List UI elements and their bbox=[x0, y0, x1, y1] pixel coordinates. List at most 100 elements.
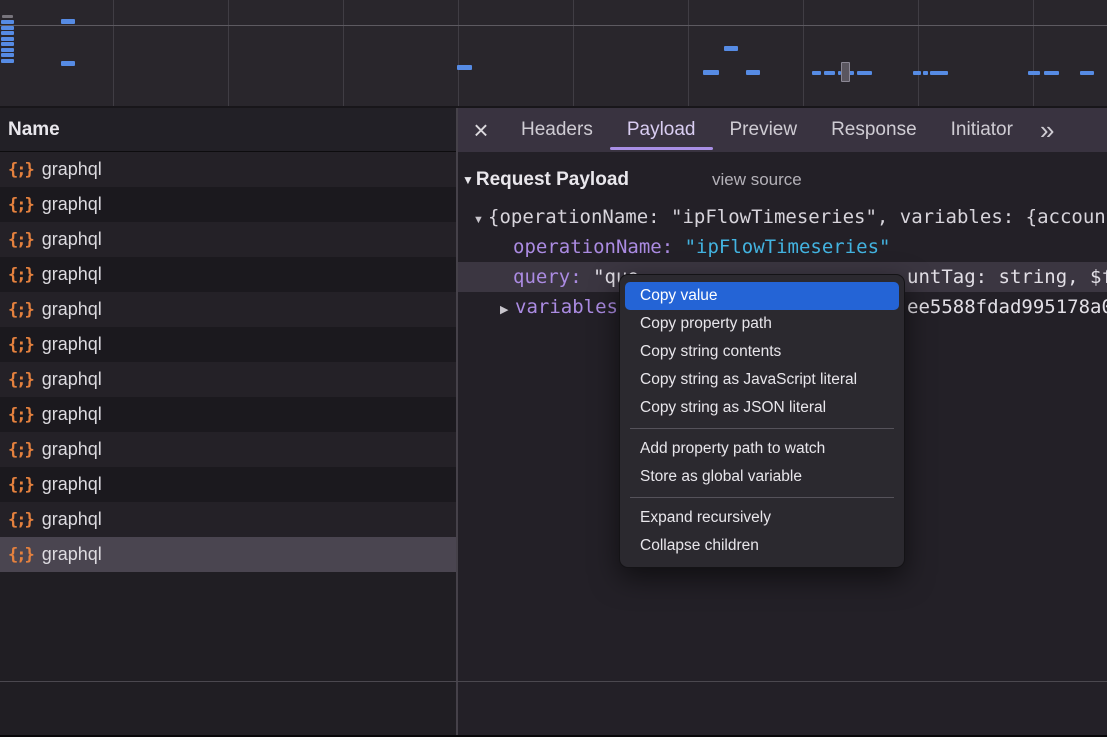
overview-request-bar bbox=[1, 37, 14, 41]
json-braces-icon: {;} bbox=[8, 545, 33, 565]
menu-item-copy-property-path[interactable]: Copy property path bbox=[620, 310, 904, 338]
request-row[interactable]: {;}graphql bbox=[0, 257, 456, 292]
property-key: query: bbox=[513, 266, 593, 288]
overview-gridline bbox=[688, 0, 689, 106]
property-key: variables bbox=[515, 296, 618, 318]
request-row[interactable]: {;} graphql bbox=[0, 187, 456, 222]
overview-request-bar bbox=[812, 71, 821, 75]
overview-request-bar bbox=[1, 26, 14, 30]
overview-request-bar bbox=[724, 46, 738, 51]
root-preview-text: {operationName: "ipFlowTimeseries", vari… bbox=[488, 206, 1107, 228]
overview-request-bar bbox=[1, 20, 14, 24]
section-title: Request Payload bbox=[476, 169, 629, 191]
details-tab-bar: × HeadersPayloadPreviewResponseInitiator… bbox=[458, 108, 1107, 152]
json-braces-icon: {;} bbox=[8, 370, 33, 390]
json-braces-icon: {;} bbox=[8, 475, 33, 495]
overview-request-bar bbox=[923, 71, 928, 75]
request-name: graphql bbox=[42, 159, 102, 180]
json-braces-icon: {;} bbox=[8, 160, 33, 180]
tab-preview[interactable]: Preview bbox=[713, 108, 815, 152]
overview-lane-divider bbox=[0, 25, 1107, 26]
request-name: graphql bbox=[42, 474, 102, 495]
overview-request-bar bbox=[930, 71, 948, 75]
network-overview[interactable] bbox=[0, 0, 1107, 108]
overview-selection-marker bbox=[841, 62, 850, 82]
overview-request-bar bbox=[913, 71, 921, 75]
overview-bar-muted bbox=[2, 15, 13, 18]
request-name: graphql bbox=[42, 404, 102, 425]
request-list-header: Name bbox=[0, 108, 456, 152]
request-row[interactable]: {;} graphql bbox=[0, 467, 456, 502]
json-braces-icon: {;} bbox=[8, 195, 33, 215]
menu-item-copy-string-contents[interactable]: Copy string contents bbox=[620, 338, 904, 366]
bottom-rule bbox=[0, 681, 1107, 682]
devtools-window: Name × HeadersPayloadPreviewResponseInit… bbox=[0, 0, 1107, 737]
overview-request-bar bbox=[1, 48, 14, 52]
overview-gridline bbox=[573, 0, 574, 106]
menu-item-add-property-path-to-watch[interactable]: Add property path to watch bbox=[620, 435, 904, 463]
overview-gridline bbox=[918, 0, 919, 106]
variables-value-tail: ee5588fdad995178a0 bbox=[907, 292, 1107, 322]
request-row[interactable]: {;} graphql bbox=[0, 362, 456, 397]
overview-request-bar bbox=[857, 71, 872, 75]
tab-response[interactable]: Response bbox=[814, 108, 934, 152]
expander-down-icon[interactable]: ▼ bbox=[473, 205, 488, 232]
menu-item-copy-string-as-javascript-literal[interactable]: Copy string as JavaScript literal bbox=[620, 366, 904, 394]
request-row[interactable]: {;}graphql bbox=[0, 502, 456, 537]
section-collapse-icon[interactable]: ▼ bbox=[462, 173, 474, 187]
menu-item-expand-recursively[interactable]: Expand recursively bbox=[620, 504, 904, 532]
more-tabs-icon[interactable]: » bbox=[1030, 108, 1064, 152]
json-braces-icon: {;} bbox=[8, 265, 33, 285]
overview-request-bar bbox=[1044, 71, 1059, 75]
json-braces-icon: {;} bbox=[8, 230, 33, 250]
json-braces-icon: {;} bbox=[8, 405, 33, 425]
menu-item-copy-value[interactable]: Copy value bbox=[625, 282, 899, 310]
request-name: graphql bbox=[42, 299, 102, 320]
overview-request-bar bbox=[1, 53, 14, 57]
tab-payload[interactable]: Payload bbox=[610, 108, 713, 152]
view-source-link[interactable]: view source bbox=[712, 170, 802, 190]
menu-item-collapse-children[interactable]: Collapse children bbox=[620, 532, 904, 560]
property-key: operationName: bbox=[513, 236, 685, 258]
menu-separator bbox=[630, 428, 894, 429]
expander-right-icon[interactable]: ▶ bbox=[500, 295, 515, 322]
tab-initiator[interactable]: Initiator bbox=[934, 108, 1030, 152]
overview-gridline bbox=[113, 0, 114, 106]
context-menu: Copy valueCopy property pathCopy string … bbox=[619, 274, 905, 568]
request-name: graphql bbox=[42, 369, 102, 390]
request-row[interactable]: {;} graphql bbox=[0, 222, 456, 257]
request-row[interactable]: {;} graphql bbox=[0, 537, 456, 572]
tab-headers[interactable]: Headers bbox=[504, 108, 610, 152]
request-row[interactable]: {;}graphql bbox=[0, 292, 456, 327]
request-name: graphql bbox=[42, 194, 102, 215]
request-row[interactable]: {;} graphql bbox=[0, 152, 456, 187]
overview-request-bar bbox=[457, 65, 472, 70]
request-list: {;} graphql {;} graphql {;} graphql {;} graphql… bbox=[0, 152, 456, 735]
menu-item-store-as-global-variable[interactable]: Store as global variable bbox=[620, 463, 904, 491]
panel-divider[interactable] bbox=[456, 108, 458, 735]
request-name: graphql bbox=[42, 229, 102, 250]
request-row[interactable]: {;}graphql bbox=[0, 432, 456, 467]
overview-request-bar bbox=[703, 70, 719, 75]
close-icon[interactable]: × bbox=[458, 108, 504, 152]
request-name: graphql bbox=[42, 544, 102, 565]
overview-request-bar bbox=[1028, 71, 1040, 75]
menu-item-copy-string-as-json-literal[interactable]: Copy string as JSON literal bbox=[620, 394, 904, 422]
request-row[interactable]: {;} graphql bbox=[0, 327, 456, 362]
request-payload-section: ▼ Request Payload view source bbox=[458, 165, 1107, 195]
query-value-tail: untTag: string, $f bbox=[907, 262, 1107, 292]
request-name: graphql bbox=[42, 334, 102, 355]
details-tabs: HeadersPayloadPreviewResponseInitiator bbox=[504, 108, 1030, 152]
request-row[interactable]: {;} graphql bbox=[0, 397, 456, 432]
name-column-header: Name bbox=[8, 119, 60, 141]
json-braces-icon: {;} bbox=[8, 335, 33, 355]
payload-row-operation-name[interactable]: operationName: "ipFlowTimeseries" bbox=[458, 232, 1107, 262]
property-value: "ipFlowTimeseries" bbox=[685, 236, 891, 258]
overview-gridline bbox=[803, 0, 804, 106]
payload-row-root[interactable]: ▼{operationName: "ipFlowTimeseries", var… bbox=[458, 202, 1107, 232]
overview-request-bar bbox=[61, 19, 75, 24]
json-braces-icon: {;} bbox=[8, 440, 33, 460]
overview-request-bar bbox=[824, 71, 835, 75]
overview-request-bar bbox=[1, 42, 14, 46]
request-name: graphql bbox=[42, 509, 102, 530]
